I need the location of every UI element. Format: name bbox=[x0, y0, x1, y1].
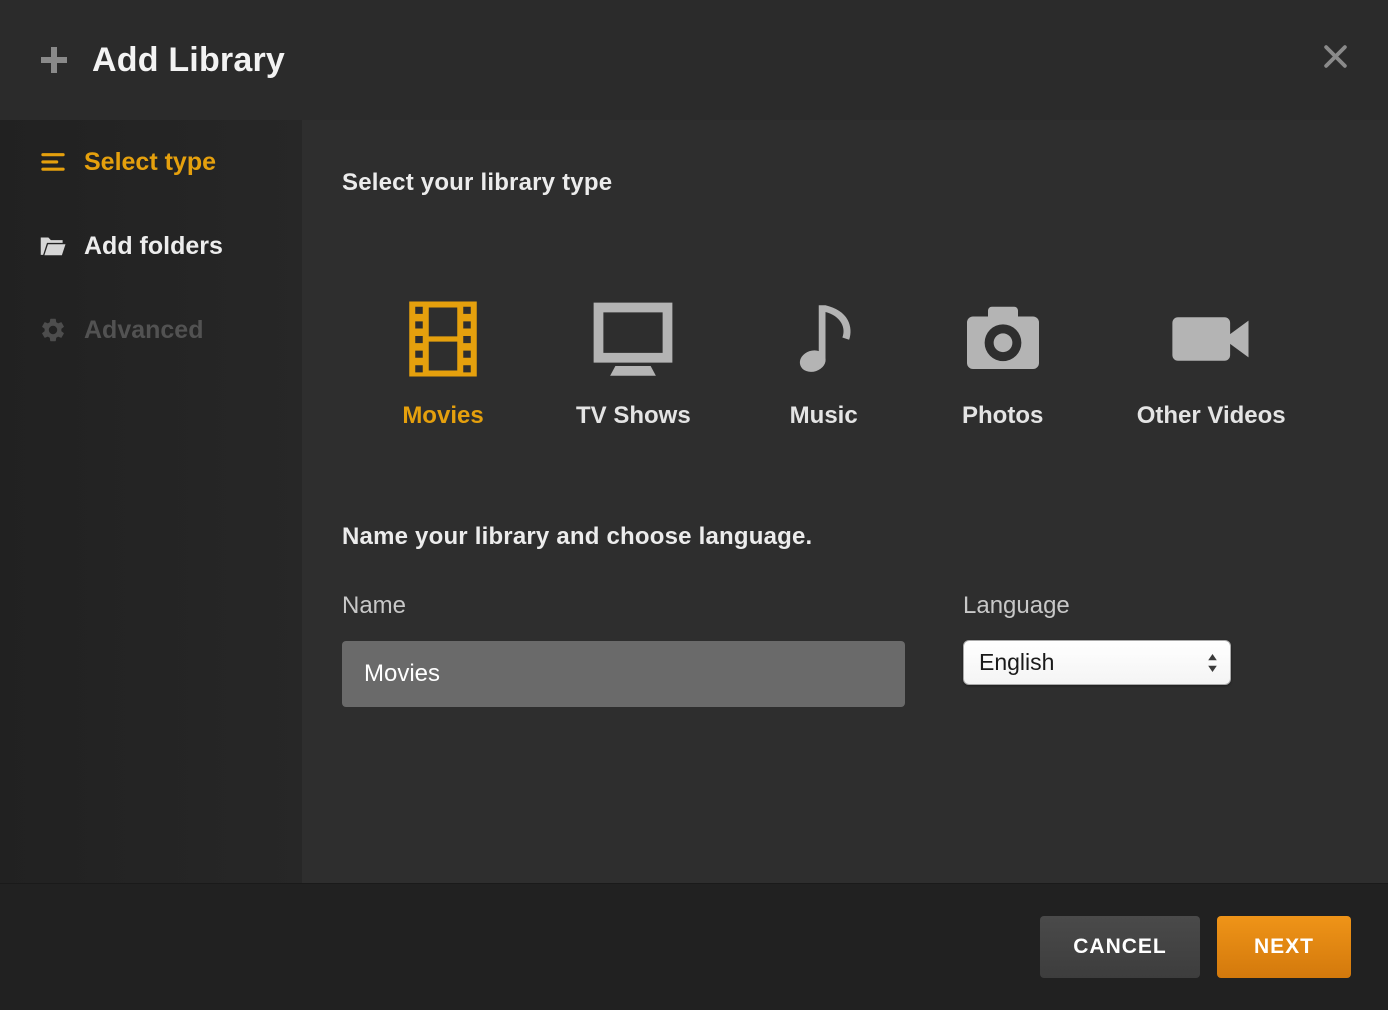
sidebar: Select type Add folders Advanced bbox=[0, 120, 302, 883]
music-note-icon bbox=[779, 293, 869, 385]
filmstrip-icon bbox=[398, 293, 488, 385]
sidebar-item-label: Add folders bbox=[84, 232, 223, 261]
type-label: Music bbox=[790, 401, 858, 431]
video-camera-icon bbox=[1162, 293, 1260, 385]
library-type-other-videos[interactable]: Other Videos bbox=[1137, 293, 1286, 431]
sidebar-item-add-folders[interactable]: Add folders bbox=[0, 204, 302, 288]
name-label: Name bbox=[342, 591, 905, 621]
next-button[interactable]: NEXT bbox=[1217, 916, 1351, 978]
sidebar-item-label: Advanced bbox=[84, 316, 203, 345]
list-lines-icon bbox=[38, 148, 68, 176]
language-field-group: Language English bbox=[963, 591, 1231, 707]
camera-icon bbox=[957, 293, 1049, 385]
name-section-heading: Name your library and choose language. bbox=[342, 521, 1388, 553]
sidebar-item-select-type[interactable]: Select type bbox=[0, 120, 302, 204]
library-name-input[interactable] bbox=[342, 641, 905, 707]
name-field-group: Name bbox=[342, 591, 905, 707]
type-section-heading: Select your library type bbox=[342, 167, 1388, 199]
main-panel: Select your library type Movies bbox=[302, 120, 1388, 883]
tv-icon bbox=[584, 293, 682, 385]
name-language-form: Name Language English bbox=[342, 591, 1388, 707]
library-type-movies[interactable]: Movies bbox=[398, 293, 488, 431]
dialog-footer: CANCEL NEXT bbox=[0, 883, 1388, 1010]
add-library-dialog: Add Library Select type bbox=[0, 0, 1388, 1010]
type-label: Other Videos bbox=[1137, 401, 1286, 431]
language-label: Language bbox=[963, 591, 1231, 621]
close-icon[interactable] bbox=[1321, 42, 1350, 71]
library-type-tv-shows[interactable]: TV Shows bbox=[576, 293, 691, 431]
select-arrows-icon bbox=[1207, 653, 1218, 673]
library-type-music[interactable]: Music bbox=[779, 293, 869, 431]
dialog-body: Select type Add folders Advanced bbox=[0, 120, 1388, 883]
cancel-button[interactable]: CANCEL bbox=[1040, 916, 1200, 978]
plus-icon bbox=[38, 44, 70, 76]
dialog-header: Add Library bbox=[0, 0, 1388, 120]
sidebar-item-advanced[interactable]: Advanced bbox=[0, 288, 302, 372]
folder-open-icon bbox=[38, 231, 68, 261]
type-label: TV Shows bbox=[576, 401, 691, 431]
gear-icon bbox=[38, 316, 68, 344]
library-type-photos[interactable]: Photos bbox=[957, 293, 1049, 431]
sidebar-item-label: Select type bbox=[84, 148, 216, 177]
library-type-row: Movies TV Shows bbox=[398, 293, 1388, 431]
language-selected-value: English bbox=[979, 649, 1054, 676]
type-label: Movies bbox=[402, 401, 483, 431]
type-label: Photos bbox=[962, 401, 1043, 431]
language-select[interactable]: English bbox=[963, 640, 1231, 685]
page-title: Add Library bbox=[92, 41, 285, 80]
